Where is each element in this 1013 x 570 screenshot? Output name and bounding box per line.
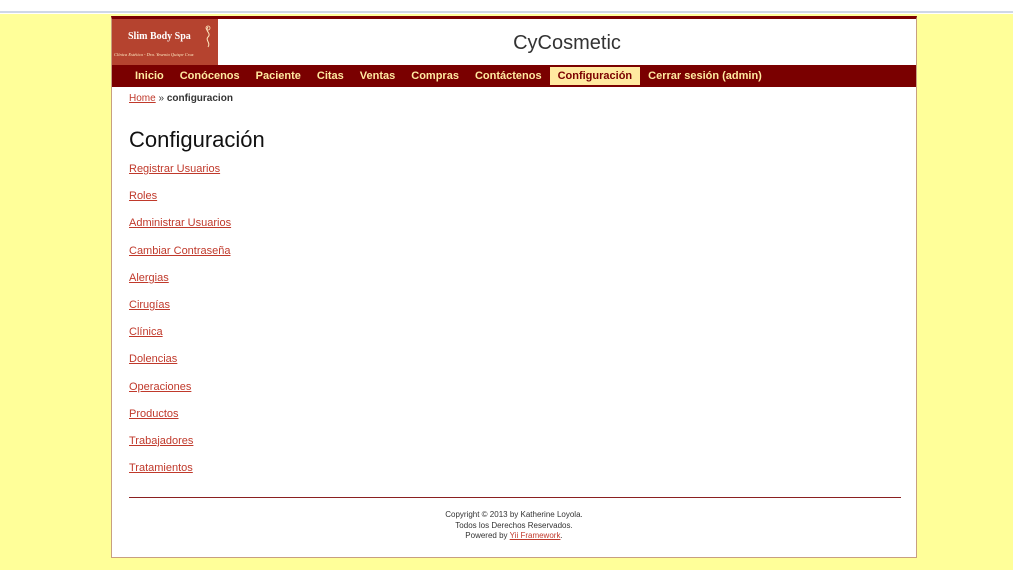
footer-rights: Todos los Derechos Reservados. — [455, 520, 573, 530]
nav-item-paciente[interactable]: Paciente — [248, 65, 309, 87]
page-title: Configuración — [129, 127, 265, 152]
list-item: Cirugías — [129, 299, 231, 326]
list-item: Administrar Usuarios — [129, 217, 231, 244]
list-item: Alergias — [129, 272, 231, 299]
logo-subtitle: Clínica Estética - Dra. Yesenia Quispe C… — [114, 52, 194, 57]
nav-list: Inicio Conócenos Paciente Citas Ventas Compra… — [112, 65, 916, 87]
config-links-list: Registrar Usuarios Roles Administrar Usuar… — [129, 163, 231, 489]
nav-item-contáctenos[interactable]: Contáctenos — [467, 65, 550, 87]
nav-item-configuración[interactable]: Configuración — [549, 67, 641, 85]
nav-item-inicio[interactable]: Inicio — [127, 65, 172, 87]
config-link[interactable]: Alergias — [129, 272, 169, 284]
logo[interactable]: Slim Body Spa Clínica Estética - Dra. Ye… — [112, 19, 218, 65]
list-item: Dolencias — [129, 353, 231, 380]
config-link[interactable]: Cambiar Contraseña — [129, 245, 231, 257]
list-item: Registrar Usuarios — [129, 163, 231, 190]
breadcrumb: Home » configuracion — [129, 93, 233, 104]
logo-title: Slim Body Spa — [128, 31, 191, 42]
nav-item-cerrar-sesión-admin[interactable]: Cerrar sesión (admin) — [640, 65, 770, 87]
list-item: Tratamientos — [129, 462, 231, 489]
breadcrumb-separator: » — [158, 93, 165, 104]
config-link[interactable]: Operaciones — [129, 381, 191, 393]
config-link[interactable]: Tratamientos — [129, 462, 193, 474]
list-item: Cambiar Contraseña — [129, 245, 231, 272]
list-item: Operaciones — [129, 381, 231, 408]
nav-item-conócenos[interactable]: Conócenos — [172, 65, 248, 87]
site-title: CyCosmetic — [513, 32, 621, 54]
config-link[interactable]: Clínica — [129, 326, 163, 338]
footer-powered-prefix: Powered by — [465, 531, 508, 540]
config-link[interactable]: Trabajadores — [129, 435, 193, 447]
header: Slim Body Spa Clínica Estética - Dra. Ye… — [112, 19, 916, 65]
list-item: Trabajadores — [129, 435, 231, 462]
main-nav: Inicio Conócenos Paciente Citas Ventas Compra… — [112, 65, 916, 87]
top-band-line — [0, 11, 1013, 13]
nav-item-ventas[interactable]: Ventas — [352, 65, 403, 87]
config-link[interactable]: Administrar Usuarios — [129, 217, 231, 229]
footer: Copyright © 2013 by Katherine Loyola. To… — [112, 510, 916, 542]
nav-item-citas[interactable]: Citas — [309, 65, 352, 87]
list-item: Clínica — [129, 326, 231, 353]
flower-icon — [205, 25, 211, 48]
footer-powered-suffix: . — [560, 531, 563, 540]
breadcrumb-current: configuracion — [166, 93, 233, 104]
footer-powered: Powered by Yii Framework. — [112, 531, 916, 542]
footer-divider — [129, 497, 901, 498]
config-link[interactable]: Roles — [129, 190, 157, 202]
list-item: Productos — [129, 408, 231, 435]
breadcrumb-home-link[interactable]: Home — [129, 93, 156, 104]
yii-framework-link[interactable]: Yii Framework — [510, 531, 561, 540]
page-container: Slim Body Spa Clínica Estética - Dra. Ye… — [111, 16, 917, 558]
list-item: Roles — [129, 190, 231, 217]
footer-copyright: Copyright © 2013 by Katherine Loyola. — [445, 510, 583, 519]
config-link[interactable]: Registrar Usuarios — [129, 163, 220, 175]
nav-item-compras[interactable]: Compras — [403, 65, 467, 87]
config-link[interactable]: Productos — [129, 408, 179, 420]
config-link[interactable]: Dolencias — [129, 353, 177, 365]
config-link[interactable]: Cirugías — [129, 299, 170, 311]
